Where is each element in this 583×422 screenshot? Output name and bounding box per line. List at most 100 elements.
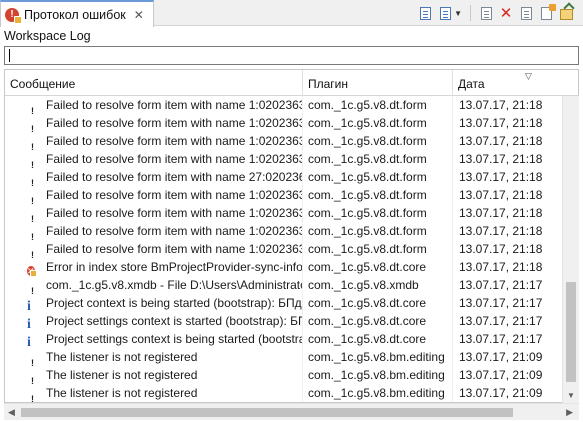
date-cell: 13.07.17, 21:18 xyxy=(459,116,543,130)
table-row[interactable]: Failed to resolve form item with name 27… xyxy=(5,168,563,186)
table-row[interactable]: Failed to resolve form item with name 1:… xyxy=(5,240,563,258)
message-text: Failed to resolve form item with name 1:… xyxy=(46,242,303,256)
log-table: Сообщение Плагин Дата ▽ Failed to resolv… xyxy=(4,69,579,403)
warning-icon xyxy=(27,351,39,366)
horizontal-scroll-thumb[interactable] xyxy=(21,408,513,417)
close-icon[interactable]: ✕ xyxy=(134,8,144,22)
plugin-cell: com._1c.g5.v8.dt.core xyxy=(303,294,453,312)
message-cell: The listener is not registered xyxy=(5,348,303,366)
date-cell: 13.07.17, 21:17 xyxy=(459,314,543,328)
date-cell: 13.07.17, 21:18 xyxy=(459,242,543,256)
column-header-date[interactable]: Дата xyxy=(453,70,563,96)
table-row[interactable]: The listener is not registered com._1c.g5… xyxy=(5,384,563,402)
message-text: Project settings context is started (boo… xyxy=(46,314,302,328)
scroll-down-icon[interactable]: ▼ xyxy=(567,391,575,400)
warning-icon xyxy=(27,117,39,132)
toolbar-separator xyxy=(470,5,471,21)
message-text: Failed to resolve form item with name 1:… xyxy=(46,116,303,130)
filter-input[interactable] xyxy=(4,46,579,65)
plugin-cell: com._1c.g5.v8.bm.editing xyxy=(303,384,453,402)
date-cell: 13.07.17, 21:17 xyxy=(459,296,543,310)
message-cell: Failed to resolve form item with name 1:… xyxy=(5,114,303,132)
table-row[interactable]: Failed to resolve form item with name 1:… xyxy=(5,96,563,114)
table-row[interactable]: com._1c.g5.v8.xmdb - File D:\Users\Admin… xyxy=(5,276,563,294)
message-text: The listener is not registered xyxy=(46,350,198,364)
date-cell: 13.07.17, 21:09 xyxy=(459,368,543,382)
vertical-scrollbar[interactable]: ▼ xyxy=(562,96,579,403)
table-row[interactable]: Failed to resolve form item with name 1:… xyxy=(5,222,563,240)
date-cell: 13.07.17, 21:17 xyxy=(459,278,543,292)
table-row[interactable]: The listener is not registered com._1c.g5… xyxy=(5,348,563,366)
tab-error-log[interactable]: ! Протокол ошибок ✕ xyxy=(0,0,154,27)
table-row[interactable]: i Project settings context is started (bo… xyxy=(5,312,563,330)
scroll-left-icon[interactable]: ◀ xyxy=(8,407,15,418)
tab-title: Протокол ошибок xyxy=(24,7,126,22)
warning-icon xyxy=(27,171,39,186)
table-row[interactable]: Failed to resolve form item with name 1:… xyxy=(5,204,563,222)
message-cell: Failed to resolve form item with name 1:… xyxy=(5,96,303,114)
table-row[interactable]: Failed to resolve form item with name 1:… xyxy=(5,114,563,132)
sort-descending-icon: ▽ xyxy=(525,71,532,81)
message-cell: Failed to resolve form item with name 1:… xyxy=(5,204,303,222)
table-row[interactable]: ✕ Error in index store BmProjectProvider-… xyxy=(5,258,563,276)
date-cell: 13.07.17, 21:18 xyxy=(459,170,543,184)
horizontal-scrollbar[interactable]: ◀ ▶ xyxy=(4,403,579,420)
table-row[interactable]: The listener is not registered com._1c.g5… xyxy=(5,366,563,384)
warning-icon xyxy=(27,243,39,258)
import-log-icon[interactable] xyxy=(557,4,575,22)
plugin-cell: com._1c.g5.v8.dt.form xyxy=(303,222,453,240)
message-cell: com._1c.g5.v8.xmdb - File D:\Users\Admin… xyxy=(5,276,303,294)
text-caret xyxy=(9,49,10,62)
restore-log-icon[interactable] xyxy=(537,3,556,22)
message-cell: i Project context is being started (boots… xyxy=(5,294,303,312)
message-cell: i Project settings context is started (bo… xyxy=(5,312,303,330)
table-row[interactable]: Failed to resolve form item with name 1:… xyxy=(5,150,563,168)
message-text: Failed to resolve form item with name 1:… xyxy=(46,98,303,112)
warning-icon xyxy=(27,135,39,150)
error-log-icon: ! xyxy=(5,7,22,24)
message-text: Project context is being started (bootst… xyxy=(46,296,303,310)
plugin-cell: com._1c.g5.v8.dt.form xyxy=(303,186,453,204)
warning-icon xyxy=(27,153,39,168)
message-cell: Failed to resolve form item with name 27… xyxy=(5,168,303,186)
plugin-cell: com._1c.g5.v8.dt.core xyxy=(303,330,453,348)
date-cell: 13.07.17, 21:18 xyxy=(459,188,543,202)
message-text: com._1c.g5.v8.xmdb - File D:\Users\Admin… xyxy=(46,278,303,292)
warning-icon xyxy=(27,387,39,402)
message-text: Failed to resolve form item with name 1:… xyxy=(46,224,303,238)
table-body: Failed to resolve form item with name 1:… xyxy=(5,96,563,402)
export-log-icon[interactable] xyxy=(416,4,434,22)
table-row[interactable]: i Project settings context is being start… xyxy=(5,330,563,348)
column-header-message[interactable]: Сообщение xyxy=(5,70,303,96)
plugin-cell: com._1c.g5.v8.dt.form xyxy=(303,204,453,222)
date-cell: 13.07.17, 21:18 xyxy=(459,260,543,274)
message-text: The listener is not registered xyxy=(46,386,198,400)
message-cell: Failed to resolve form item with name 1:… xyxy=(5,240,303,258)
vertical-scroll-thumb[interactable] xyxy=(566,282,576,382)
message-cell: Failed to resolve form item with name 1:… xyxy=(5,186,303,204)
date-cell: 13.07.17, 21:17 xyxy=(459,332,543,346)
error-icon: ✕ xyxy=(27,266,35,276)
view-toolbar: ▼ ✕ xyxy=(416,3,575,22)
message-text: Error in index store BmProjectProvider-s… xyxy=(46,260,303,274)
warning-icon xyxy=(27,99,39,114)
clear-log-icon[interactable] xyxy=(477,4,495,22)
table-row[interactable]: Failed to resolve form item with name 1:… xyxy=(5,132,563,150)
message-text: The listener is not registered xyxy=(46,368,198,382)
filter-icon[interactable] xyxy=(436,4,454,22)
column-header-plugin[interactable]: Плагин xyxy=(303,70,453,96)
date-cell: 13.07.17, 21:09 xyxy=(459,350,543,364)
message-cell: The listener is not registered xyxy=(5,366,303,384)
message-text: Project settings context is being starte… xyxy=(46,332,303,346)
warning-icon xyxy=(27,279,39,294)
delete-log-icon[interactable]: ✕ xyxy=(497,4,515,22)
message-text: Failed to resolve form item with name 1:… xyxy=(46,134,303,148)
open-log-icon[interactable] xyxy=(517,4,535,22)
scroll-right-icon[interactable]: ▶ xyxy=(566,407,573,418)
chevron-down-icon[interactable]: ▼ xyxy=(454,9,462,18)
table-row[interactable]: i Project context is being started (boots… xyxy=(5,294,563,312)
message-text: Failed to resolve form item with name 1:… xyxy=(46,152,303,166)
message-text: Failed to resolve form item with name 1:… xyxy=(46,206,303,220)
table-row[interactable]: Failed to resolve form item with name 1:… xyxy=(5,186,563,204)
plugin-cell: com._1c.g5.v8.dt.form xyxy=(303,114,453,132)
